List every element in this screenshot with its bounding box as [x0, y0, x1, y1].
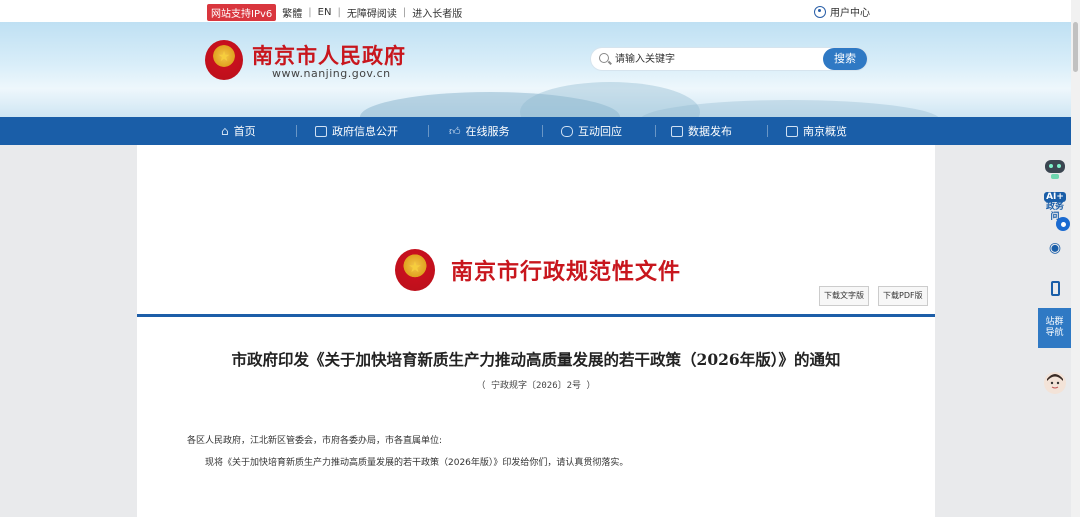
nav-divider — [767, 125, 768, 137]
avatar-assistant-icon[interactable] — [1041, 370, 1069, 396]
document-type-heading: 南京市行政规范性文件 — [395, 249, 681, 291]
document-header: 南京市行政规范性文件 下载文字版 下载PDF版 — [137, 145, 935, 315]
robot-assistant-icon[interactable] — [1041, 156, 1069, 182]
chat-dot — [1060, 221, 1066, 227]
ipv6-badge: 网站支持IPv6 — [207, 4, 277, 21]
top-bar: 网站支持IPv6 繁體 | EN | 无障碍阅读 | 进入长者版 用户中心 — [0, 0, 1080, 22]
header-divider — [137, 314, 935, 317]
mobile-icon[interactable] — [1041, 278, 1069, 298]
search-input[interactable] — [615, 51, 815, 67]
nav-item-label: 互动回应 — [578, 125, 622, 138]
site-url: www.nanjing.gov.cn — [272, 67, 391, 80]
english-link[interactable]: EN — [318, 7, 332, 18]
nav-divider — [542, 125, 543, 137]
nav-item-home[interactable]: ⌂ 首页 — [221, 117, 256, 145]
nav-item-gov-info[interactable]: 政府信息公开 — [315, 117, 398, 145]
user-center-label: 用户中心 — [830, 8, 870, 19]
ai-label: 政务 — [1045, 202, 1064, 212]
nav-item-label: 首页 — [233, 125, 256, 138]
nav-item-online-service[interactable]: 👍︎ 在线服务 — [449, 117, 510, 145]
nav-item-nanjing-overview[interactable]: 南京概览 — [786, 117, 847, 145]
document-page: 南京市行政规范性文件 下载文字版 下载PDF版 市政府印发《关于加快培育新质生产… — [137, 145, 935, 517]
salutation-text: 各区人民政府，江北新区管委会，市府各委办局，市各直属单位: — [187, 436, 443, 446]
nav-item-interaction[interactable]: 互动回应 — [561, 117, 622, 145]
body-text: 现将《关于加快培育新质生产力推动高质量发展的若干政策（2026年版）》印发给你们… — [205, 458, 629, 468]
chat-bubble-icon[interactable] — [1056, 217, 1070, 231]
download-text-button[interactable]: 下载文字版 — [819, 286, 869, 306]
scrollbar-track[interactable] — [1071, 0, 1080, 517]
ai-label: AI+ — [1044, 192, 1066, 202]
home-icon: ⌂ — [221, 124, 229, 138]
document-type-title: 南京市行政规范性文件 — [451, 259, 682, 285]
nav-divider — [655, 125, 656, 137]
phone-shape — [1050, 280, 1060, 296]
weibo-icon[interactable]: ◉ — [1041, 238, 1069, 258]
divider: | — [308, 7, 312, 18]
scrollbar-thumb[interactable] — [1073, 22, 1078, 72]
nav-item-label: 数据发布 — [688, 125, 732, 138]
nav-item-data-release[interactable]: 数据发布 — [671, 117, 732, 145]
monitor-icon — [671, 125, 683, 137]
robot-icon — [1045, 160, 1065, 179]
site-nav-label: 导航 — [1045, 328, 1064, 338]
nav-divider — [428, 125, 429, 137]
document-icon — [315, 125, 327, 137]
elderly-version-link[interactable]: 进入长者版 — [412, 5, 462, 20]
nav-divider — [296, 125, 297, 137]
chat-icon — [561, 125, 573, 137]
document-number: （ 宁政规字〔2026〕2号 ） — [476, 381, 596, 391]
nav-item-label: 政府信息公开 — [332, 125, 398, 138]
download-pdf-button[interactable]: 下载PDF版 — [878, 286, 928, 306]
building-icon — [786, 125, 798, 137]
site-nav-label: 站群 — [1045, 317, 1064, 327]
divider: | — [402, 7, 407, 18]
user-center-link[interactable]: 用户中心 — [814, 4, 870, 19]
header-banner: 南京市人民政府 www.nanjing.gov.cn 搜索 — [0, 22, 1080, 117]
accessible-reading-link[interactable]: 无障碍阅读 — [347, 5, 397, 20]
avatar-icon — [1044, 372, 1066, 394]
main-nav: ⌂ 首页 政府信息公开 👍︎ 在线服务 互动回应 数据发布 南京概览 — [0, 117, 1080, 145]
site-name[interactable]: 南京市人民政府 — [252, 40, 406, 70]
top-bar-links: 网站支持IPv6 繁體 | EN | 无障碍阅读 | 进入长者版 — [207, 4, 462, 21]
thumbs-up-icon: 👍︎ — [449, 124, 461, 138]
national-emblem-icon — [395, 249, 435, 291]
site-navigation-button[interactable]: 站群 导航 — [1038, 308, 1071, 348]
article-title: 市政府印发《关于加快培育新质生产力推动高质量发展的若干政策（2026年版）》的通… — [231, 350, 841, 369]
traditional-link[interactable]: 繁體 — [282, 5, 302, 20]
search-icon — [599, 53, 609, 63]
nav-item-label: 南京概览 — [803, 125, 847, 138]
nav-item-label: 在线服务 — [465, 125, 510, 138]
search-button[interactable]: 搜索 — [823, 48, 867, 70]
national-emblem-icon — [205, 40, 243, 80]
user-icon — [814, 5, 826, 18]
divider: | — [337, 7, 341, 18]
search-box: 搜索 — [591, 48, 867, 70]
